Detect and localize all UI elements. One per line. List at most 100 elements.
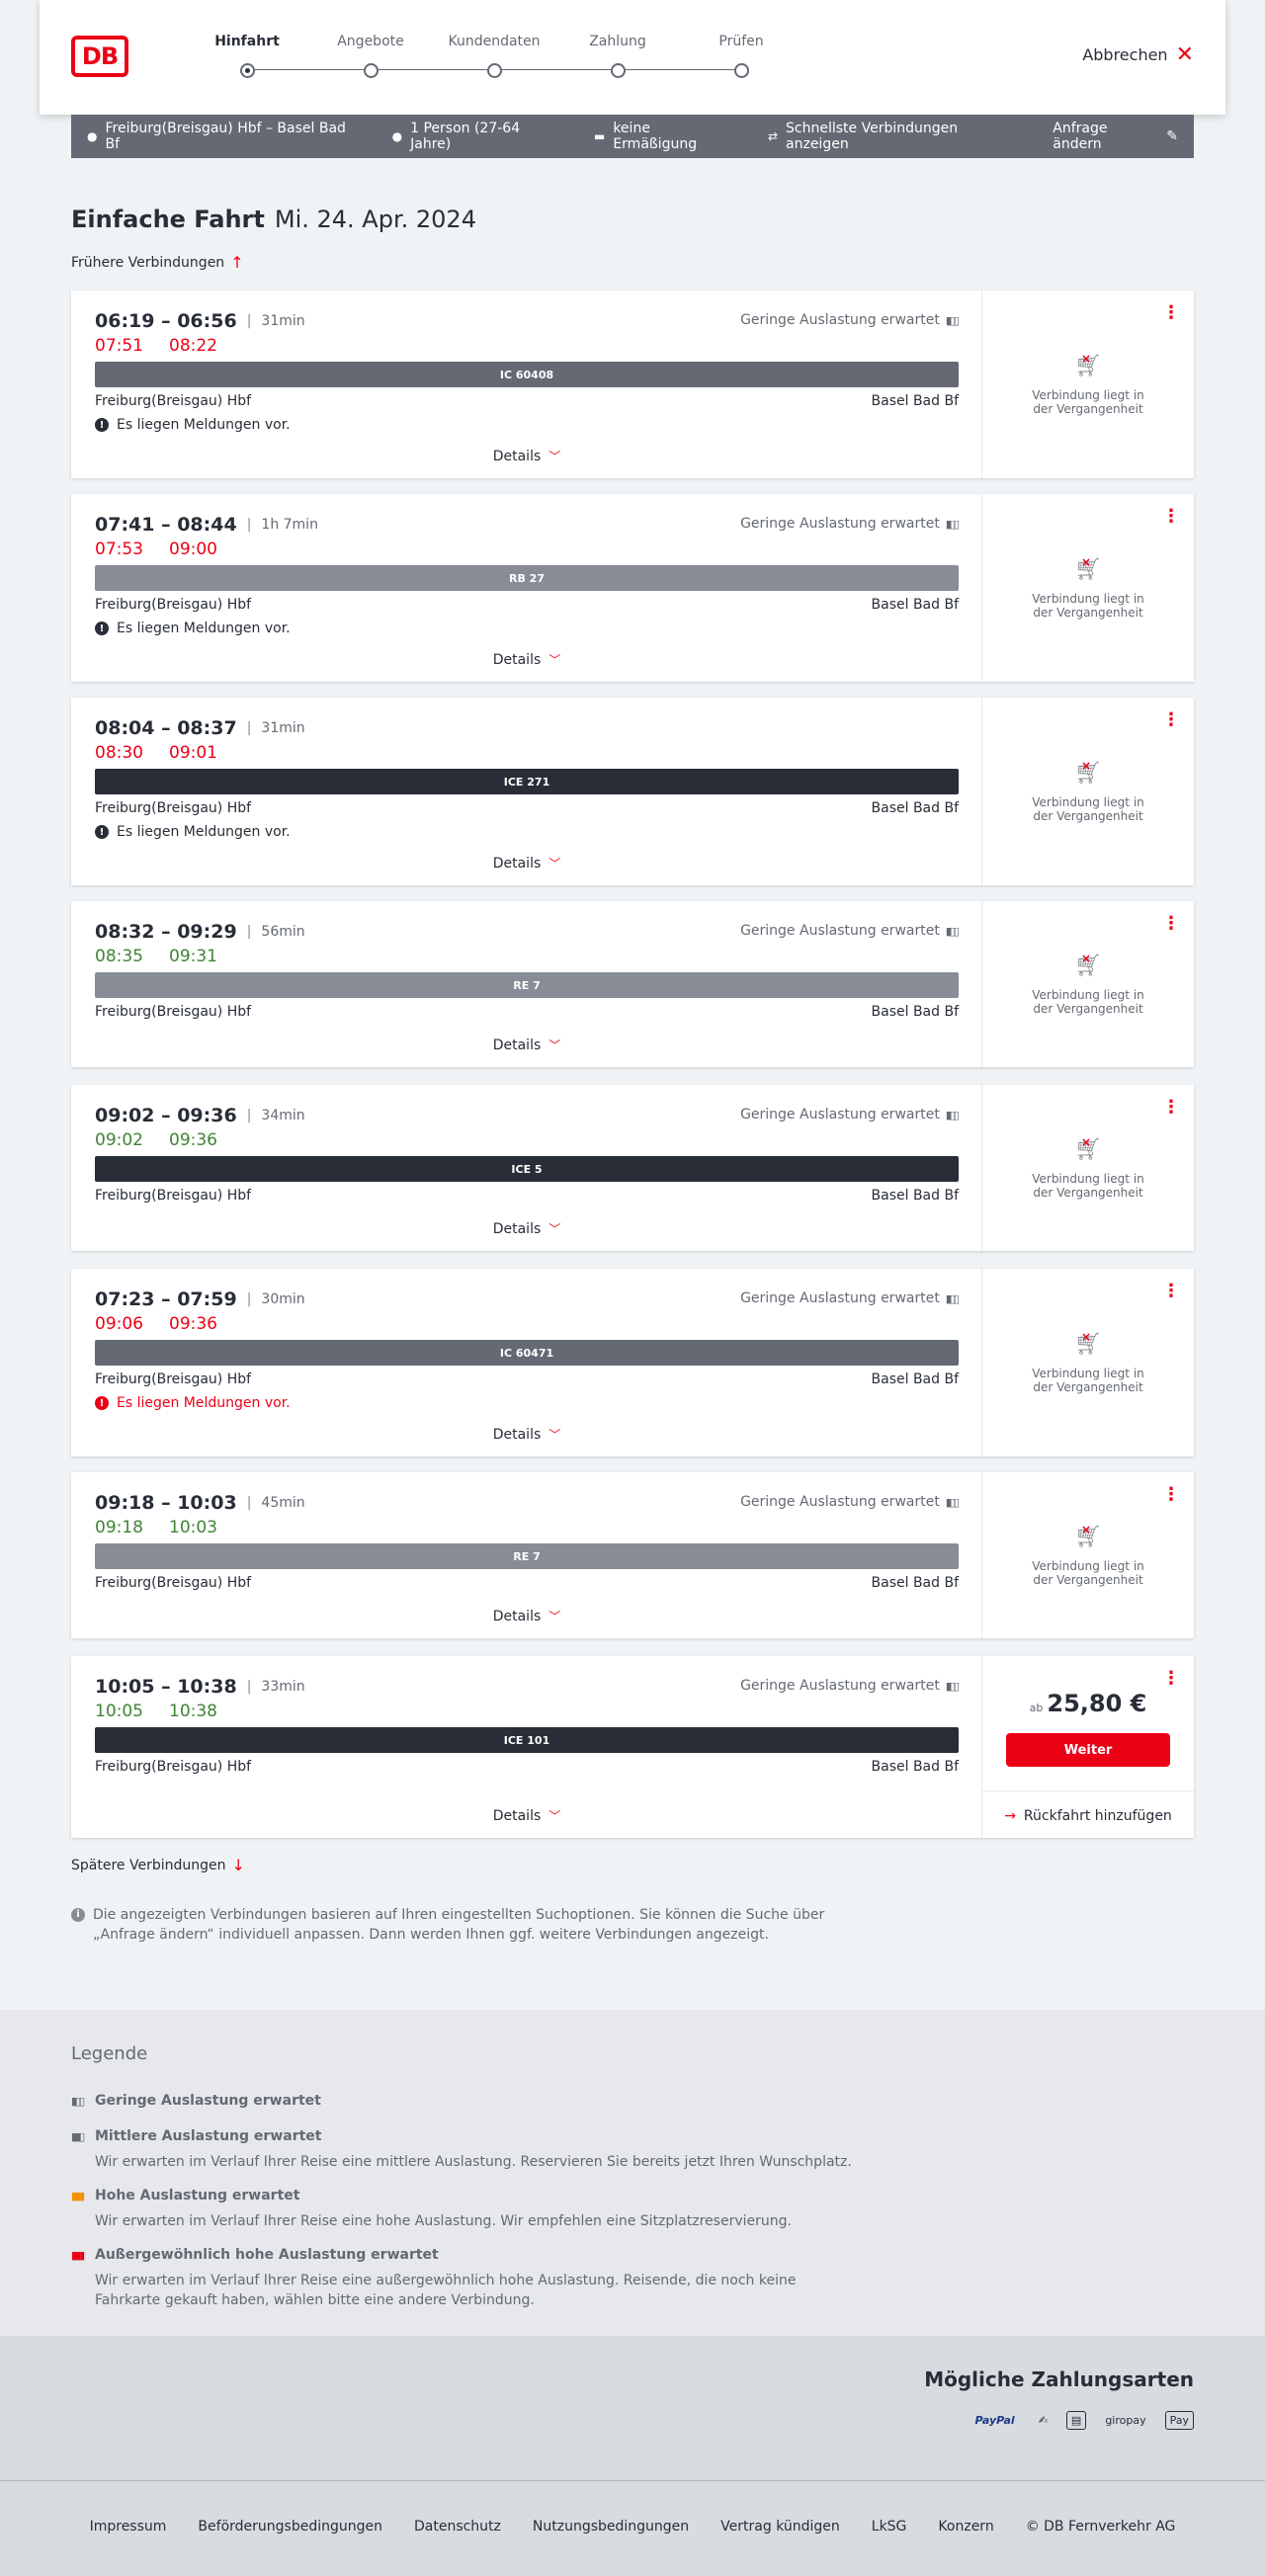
step-label: Hinfahrt (214, 34, 280, 49)
notice-text: Es liegen Meldungen vor. (117, 824, 291, 840)
change-request-button[interactable]: Anfrage ändern ✎ (1053, 121, 1178, 152)
destination-station: Basel Bad Bf (871, 1371, 959, 1387)
realtime-arrival: 10:38 (169, 1702, 217, 1721)
train-bar[interactable]: IC 60408 (95, 362, 959, 387)
footer-link-nutzung[interactable]: Nutzungsbedingungen (533, 2519, 689, 2534)
footer-link-vertrag[interactable]: Vertrag kündigen (720, 2519, 840, 2534)
train-bar[interactable]: RB 27 (95, 565, 959, 591)
realtime-times: 08:30 09:01 (95, 743, 217, 763)
step-dot (610, 63, 626, 78)
details-toggle[interactable]: Details ﹀ (71, 855, 982, 872)
offer-panel: ⋮ 🛒︎Verbindung liegt in der Vergangenhei… (982, 494, 1194, 682)
info-text: Die angezeigten Verbindungen basieren au… (93, 1907, 825, 1943)
connection-info: 09:02 – 09:36 | 34min Geringe Auslastung… (71, 1085, 982, 1251)
details-toggle[interactable]: Details ﹀ (71, 1037, 982, 1053)
train-bar[interactable]: RE 7 (95, 972, 959, 998)
past-connection-notice: 🛒︎ Verbindung liegt in der Vergangenheit (982, 494, 1194, 682)
separator: | (246, 313, 252, 329)
planned-time: 07:41 – 08:44 (95, 514, 237, 536)
footer-link-lksg[interactable]: LkSG (872, 2519, 907, 2534)
train-bar[interactable]: RE 7 (95, 1543, 959, 1569)
footer-link-impressum[interactable]: Impressum (90, 2519, 167, 2534)
db-logo[interactable]: DB (71, 36, 128, 77)
add-return-link[interactable]: → Rückfahrt hinzufügen (982, 1790, 1194, 1840)
planned-time: 07:23 – 07:59 (95, 1288, 237, 1310)
legend-head: Mittlere Auslastung erwartet (95, 2128, 322, 2144)
step-label: Angebote (337, 34, 404, 49)
notice[interactable]: ! Es liegen Meldungen vor. (95, 417, 291, 433)
connection-info: 08:04 – 08:37 | 31min ▮▯▯ 08:30 09:01 IC… (71, 698, 982, 885)
separator: | (246, 1108, 252, 1123)
connection-card: 08:04 – 08:37 | 31min ▮▯▯ 08:30 09:01 IC… (71, 698, 1194, 885)
destination-station: Basel Bad Bf (871, 1759, 959, 1775)
origin-station: Freiburg(Breisgau) Hbf (95, 597, 252, 613)
realtime-arrival: 08:22 (169, 336, 217, 356)
earlier-connections-link[interactable]: Frühere Verbindungen ↑ (71, 253, 244, 272)
occupancy-icon: ▮▯▯ (945, 1679, 960, 1693)
step-label: Kundendaten (448, 34, 541, 49)
details-label: Details (492, 1037, 542, 1053)
notice[interactable]: ! Es liegen Meldungen vor. (95, 1395, 291, 1411)
progress-steps: Hinfahrt Angebote Kundendaten Zahlung Pr… (208, 34, 764, 83)
origin-station: Freiburg(Breisgau) Hbf (95, 1371, 252, 1387)
apple-pay-icon: Pay (1164, 2411, 1194, 2430)
notice-text: Es liegen Meldungen vor. (117, 621, 291, 636)
duration: 30min (261, 1291, 305, 1307)
details-toggle[interactable]: Details ﹀ (71, 1220, 982, 1237)
train-bar[interactable]: ICE 5 (95, 1156, 959, 1182)
details-toggle[interactable]: Details ﹀ (71, 1426, 982, 1443)
stations: Freiburg(Breisgau) Hbf Basel Bad Bf (95, 1371, 959, 1387)
legend-desc: Wir erwarten im Verlauf Ihrer Reise eine… (95, 2273, 797, 2308)
legend-item-high: ▮▮▮ Hohe Auslastung erwartet Wir erwarten… (71, 2188, 862, 2231)
origin-station: Freiburg(Breisgau) Hbf (95, 1759, 252, 1775)
offer-panel: ⋮ 🛒︎Verbindung liegt in der Vergangenhei… (982, 698, 1194, 885)
notice[interactable]: ! Es liegen Meldungen vor. (95, 621, 291, 636)
train-bar[interactable]: ICE 271 (95, 769, 959, 794)
payment-icons: PayPal ✍ ▤ giropay Pay (970, 2411, 1194, 2430)
page-title: Einfache Fahrt Mi. 24. Apr. 2024 (71, 206, 476, 233)
step-dot (486, 63, 502, 78)
planned-times: 09:18 – 10:03 | 45min (95, 1492, 305, 1514)
details-toggle[interactable]: Details ﹀ (71, 1807, 982, 1824)
footer-link-befoerderung[interactable]: Beförderungsbedingungen (198, 2519, 382, 2534)
footer-link-konzern[interactable]: Konzern (938, 2519, 993, 2534)
chevron-down-icon: ﹀ (548, 1809, 561, 1823)
cart-disabled-icon: 🛒︎ (1074, 1330, 1102, 1357)
details-toggle[interactable]: Details ﹀ (71, 448, 982, 464)
footer-links: Impressum Beförderungsbedingungen Datens… (0, 2519, 1265, 2534)
footer-link-datenschutz[interactable]: Datenschutz (414, 2519, 501, 2534)
arrow-up-icon: ↑ (230, 253, 244, 272)
step-label: Prüfen (718, 34, 764, 49)
details-toggle[interactable]: Details ﹀ (71, 1608, 982, 1624)
train-bar[interactable]: IC 60471 (95, 1340, 959, 1366)
stations: Freiburg(Breisgau) Hbf Basel Bad Bf (95, 1759, 959, 1775)
cancel-button[interactable]: Abbrechen ✕ (1082, 43, 1194, 65)
stations: Freiburg(Breisgau) Hbf Basel Bad Bf (95, 597, 959, 613)
stations: Freiburg(Breisgau) Hbf Basel Bad Bf (95, 800, 959, 816)
step-hinfahrt[interactable]: Hinfahrt (188, 34, 306, 78)
later-connections-link[interactable]: Spätere Verbindungen ↓ (71, 1856, 245, 1874)
info-note: i Die angezeigten Verbindungen basieren … (71, 1905, 842, 1945)
separator: | (246, 1291, 252, 1307)
credit-card-icon: ✍ (1038, 2414, 1048, 2427)
legend-desc: Wir erwarten im Verlauf Ihrer Reise eine… (95, 2154, 852, 2170)
more-options-icon[interactable]: ⋮ (1162, 1668, 1180, 1689)
past-connection-label: Verbindung liegt in der Vergangenheit (1032, 1558, 1144, 1587)
offer-panel: ⋮ 🛒︎Verbindung liegt in der Vergangenhei… (982, 1269, 1194, 1456)
occupancy-icon: ▮▯▯ (945, 1495, 960, 1509)
realtime-departure: 09:02 (95, 1130, 143, 1150)
destination-station: Basel Bad Bf (871, 800, 959, 816)
continue-button[interactable]: Weiter (1006, 1733, 1170, 1767)
past-connection-notice: 🛒︎ Verbindung liegt in der Vergangenheit (982, 1085, 1194, 1251)
details-toggle[interactable]: Details ﹀ (71, 651, 982, 668)
step-kundendaten: Kundendaten (435, 34, 553, 78)
occupancy-high-icon: ▮▮▮ (71, 2189, 85, 2202)
offer-panel: ⋮ 🛒︎Verbindung liegt in der Vergangenhei… (982, 1085, 1194, 1251)
realtime-arrival: 09:36 (169, 1314, 217, 1334)
separator: | (246, 924, 252, 940)
chevron-down-icon: ﹀ (548, 1428, 561, 1442)
train-bar[interactable]: ICE 101 (95, 1727, 959, 1753)
cart-disabled-icon: 🛒︎ (1074, 555, 1102, 582)
notice[interactable]: ! Es liegen Meldungen vor. (95, 824, 291, 840)
chevron-down-icon: ﹀ (548, 1039, 561, 1052)
